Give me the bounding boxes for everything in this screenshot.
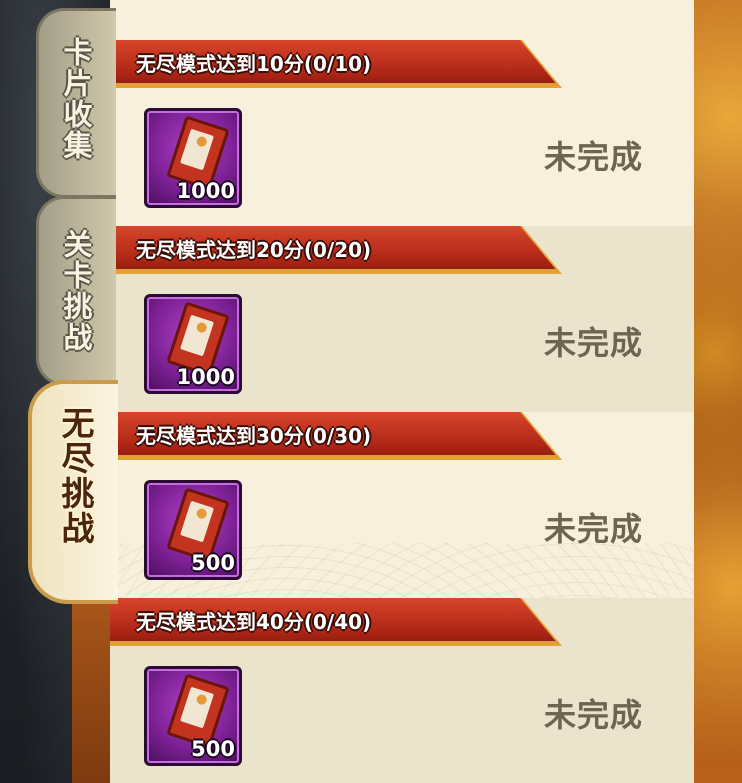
reward-item[interactable]: 500 xyxy=(144,666,242,766)
tab-endless-challenge[interactable]: 无尽挑战 xyxy=(28,380,118,604)
quest-row: 无尽模式达到40分(0/40) 500 未完成 xyxy=(110,598,694,783)
quest-row: 无尽模式达到30分(0/30) 500 未完成 xyxy=(110,412,694,598)
quest-status: 未完成 xyxy=(544,696,644,734)
quest-row: 无尽模式达到10分(0/10) 1000 未完成 xyxy=(110,40,694,226)
quest-title: 无尽模式达到40分(0/40) xyxy=(136,610,372,634)
quest-status: 未完成 xyxy=(544,138,644,176)
tab-label: 关卡挑战 xyxy=(59,229,93,353)
reward-quantity: 1000 xyxy=(176,365,235,389)
reward-quantity: 500 xyxy=(191,551,235,575)
tab-label: 无尽挑战 xyxy=(56,406,95,546)
ornate-frame-right xyxy=(690,0,742,783)
tab-card-collection[interactable]: 卡片收集 xyxy=(36,8,116,198)
quest-status: 未完成 xyxy=(544,324,644,362)
reward-item[interactable]: 1000 xyxy=(144,294,242,394)
quest-title: 无尽模式达到10分(0/10) xyxy=(136,52,372,76)
reward-item[interactable]: 500 xyxy=(144,480,242,580)
tab-stage-challenge[interactable]: 关卡挑战 xyxy=(36,196,116,386)
reward-quantity: 500 xyxy=(191,737,235,761)
tab-label: 卡片收集 xyxy=(59,37,93,161)
quest-title: 无尽模式达到20分(0/20) xyxy=(136,238,372,262)
quest-list-panel[interactable]: 无尽模式达到10分(0/10) 1000 未完成 无尽模式达到20分(0/20)… xyxy=(110,0,694,783)
quest-row: 无尽模式达到20分(0/20) 1000 未完成 xyxy=(110,226,694,412)
reward-item[interactable]: 1000 xyxy=(144,108,242,208)
reward-quantity: 1000 xyxy=(176,179,235,203)
quest-title: 无尽模式达到30分(0/30) xyxy=(136,424,372,448)
quest-status: 未完成 xyxy=(544,510,644,548)
